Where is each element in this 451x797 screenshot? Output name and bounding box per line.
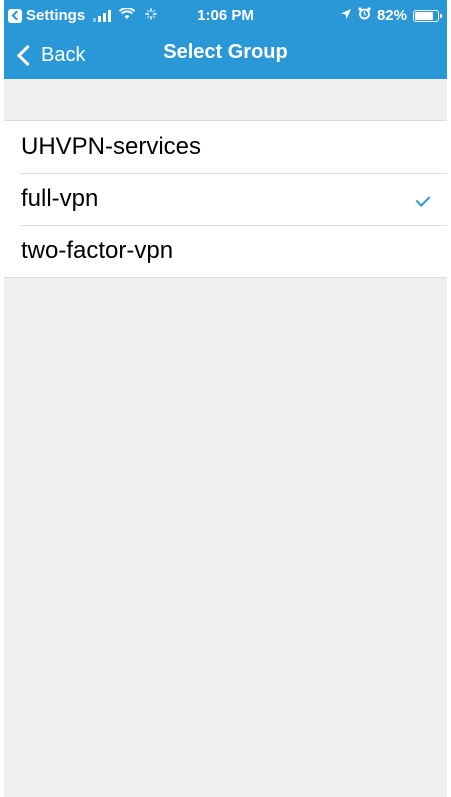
battery-icon — [413, 9, 442, 22]
list-item-uhvpn-services[interactable]: UHVPN-services — [4, 121, 447, 173]
app-frame: Settings 1:06 PM 82% Back Select Group U… — [4, 0, 447, 797]
group-list: UHVPN-services full-vpn two-factor-vpn — [4, 120, 447, 278]
page-title: Select Group — [163, 41, 288, 63]
navigation-bar: Back Select Group — [4, 32, 447, 79]
list-item-label: full-vpn — [21, 185, 99, 212]
top-bar: Settings 1:06 PM 82% Back Select Group — [4, 0, 447, 79]
checkmark-icon — [415, 192, 431, 207]
status-right: 82% — [340, 7, 442, 24]
battery-percent: 82% — [376, 7, 407, 24]
status-bar: Settings 1:06 PM 82% — [4, 0, 447, 32]
battery-fill — [415, 11, 433, 20]
list-item-full-vpn[interactable]: full-vpn — [4, 173, 447, 225]
list-item-label: UHVPN-services — [21, 133, 202, 160]
alarm-icon — [358, 7, 371, 24]
location-arrow-icon — [340, 7, 352, 24]
list-item-two-factor-vpn[interactable]: two-factor-vpn — [4, 225, 447, 277]
list-item-label: two-factor-vpn — [21, 237, 174, 264]
